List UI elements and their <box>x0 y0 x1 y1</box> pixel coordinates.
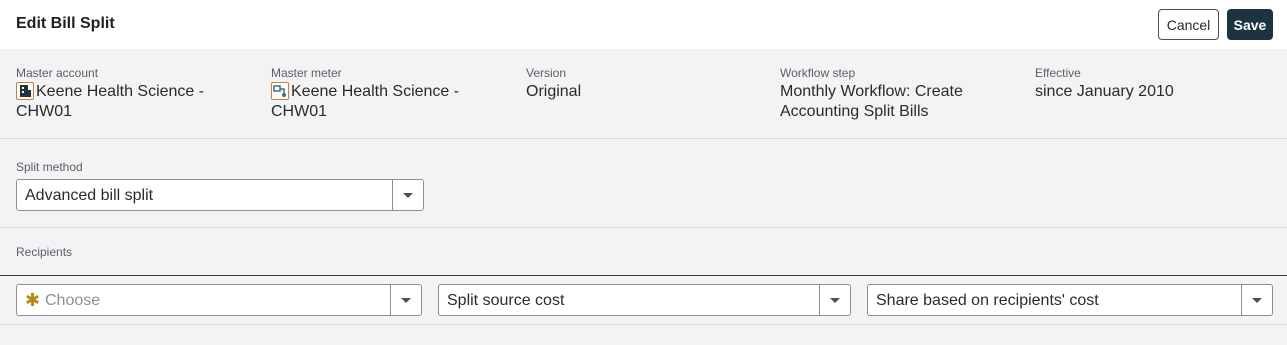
page-header: Edit Bill Split Cancel Save <box>0 0 1287 49</box>
cost-source-select[interactable]: Split source cost <box>438 284 851 316</box>
save-button[interactable]: Save <box>1227 9 1273 40</box>
master-account-field: Master account Keene Health Science - CH… <box>16 66 204 122</box>
version-field: Version Original <box>526 66 581 102</box>
section-divider <box>0 227 1287 228</box>
page-title: Edit Bill Split <box>16 15 115 32</box>
cancel-button[interactable]: Cancel <box>1158 9 1219 40</box>
cost-source-value: Split source cost <box>447 292 565 309</box>
recipients-label: Recipients <box>16 245 73 259</box>
share-basis-value: Share based on recipients' cost <box>876 292 1099 309</box>
master-account-line2: CHW01 <box>16 103 73 120</box>
workflow-step-label: Workflow step <box>780 66 856 80</box>
recipients-header-divider <box>0 275 1287 276</box>
split-method-select[interactable]: Advanced bill split <box>16 179 424 211</box>
chevron-down-icon <box>403 193 413 198</box>
master-account-label: Master account <box>16 66 99 80</box>
share-basis-select[interactable]: Share based on recipients' cost <box>867 284 1273 316</box>
master-meter-field: Master meter Keene Health Science - CHW0… <box>271 66 459 122</box>
chevron-down-icon <box>1252 298 1262 303</box>
workflow-step-line2: Accounting Split Bills <box>780 103 929 120</box>
account-icon <box>16 82 34 100</box>
workflow-step-field: Workflow step Monthly Workflow: Create A… <box>780 66 963 122</box>
master-meter-line1: Keene Health Science - <box>291 83 460 100</box>
workflow-step-value: Monthly Workflow: Create Accounting Spli… <box>780 82 963 122</box>
workflow-step-line1: Monthly Workflow: Create <box>780 83 963 100</box>
split-method-label: Split method <box>16 160 83 174</box>
master-meter-line2: CHW01 <box>271 103 328 120</box>
recipient-select[interactable]: ✱ Choose <box>16 284 422 316</box>
split-method-value: Advanced bill split <box>25 187 154 204</box>
effective-value: since January 2010 <box>1035 83 1174 100</box>
recipients-row-divider <box>0 324 1287 325</box>
meter-icon <box>271 82 289 100</box>
bill-info-row: Master account Keene Health Science - CH… <box>0 49 1287 139</box>
version-value: Original <box>526 83 582 100</box>
chevron-down-icon <box>401 298 411 303</box>
chevron-down-icon <box>830 298 840 303</box>
effective-label: Effective <box>1035 66 1081 80</box>
required-asterisk-icon: ✱ <box>25 290 41 310</box>
version-label: Version <box>526 66 567 80</box>
recipient-placeholder: Choose <box>45 292 101 309</box>
master-account-line1: Keene Health Science - <box>36 83 205 100</box>
effective-field: Effective since January 2010 <box>1035 66 1174 102</box>
master-meter-value: Keene Health Science - CHW01 <box>271 82 459 122</box>
master-meter-label: Master meter <box>271 66 342 80</box>
master-account-value: Keene Health Science - CHW01 <box>16 82 204 122</box>
